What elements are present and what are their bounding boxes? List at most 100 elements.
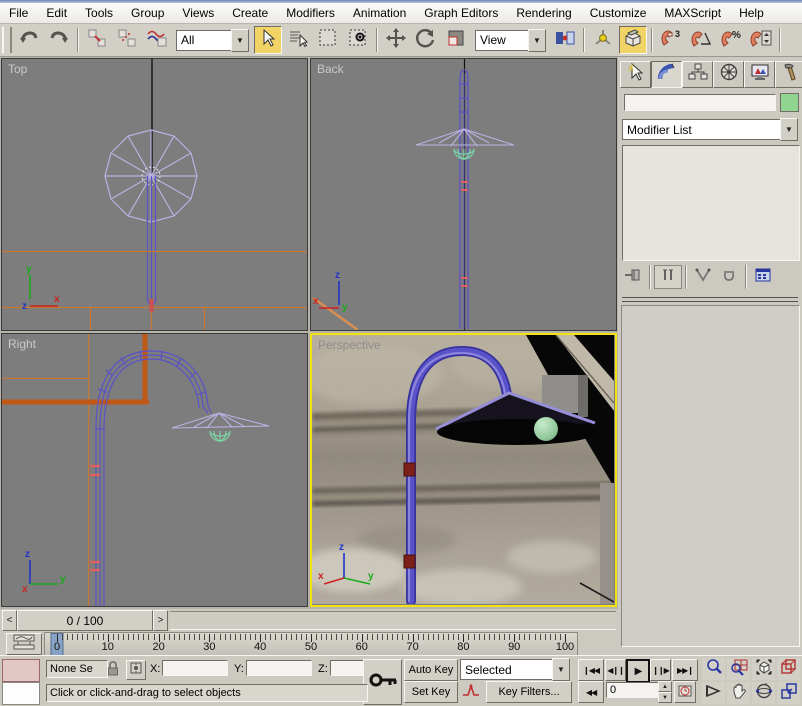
pan-button[interactable]: [727, 682, 750, 704]
select-and-manipulate-button[interactable]: [589, 26, 617, 54]
coordinate-system-arrow-icon[interactable]: ▼: [528, 29, 546, 52]
maxscript-mini-listener-pink[interactable]: [2, 659, 40, 682]
pin-stack-button[interactable]: [620, 266, 646, 288]
menu-views[interactable]: Views: [173, 4, 223, 22]
select-and-rotate-button[interactable]: [412, 26, 440, 54]
snap-3d-button[interactable]: 3: [657, 26, 685, 54]
window-crossing-button[interactable]: [344, 26, 372, 54]
select-and-scale-button[interactable]: [442, 26, 470, 54]
viewport-back-canvas[interactable]: z x y: [311, 59, 616, 330]
absolute-offset-toggle[interactable]: [126, 660, 146, 680]
zoom-all-button[interactable]: [727, 658, 750, 680]
selection-filter-dropdown[interactable]: All ▼: [176, 30, 249, 51]
viewport-perspective[interactable]: Perspective: [310, 333, 617, 607]
modifier-list-arrow-icon[interactable]: ▼: [780, 118, 798, 141]
default-in-out-tangent-button[interactable]: [460, 682, 482, 702]
rollout-area[interactable]: [621, 305, 800, 647]
viewport-right-label[interactable]: Right: [8, 337, 36, 351]
zoom-extents-all-button[interactable]: [777, 658, 800, 680]
time-slider-track[interactable]: [170, 611, 616, 630]
modifier-list-dropdown[interactable]: Modifier List ▼: [622, 119, 798, 140]
field-of-view-button[interactable]: [702, 682, 725, 704]
select-by-name-button[interactable]: [284, 26, 312, 54]
object-name-field[interactable]: [624, 94, 776, 111]
open-mini-curve-editor-button[interactable]: [6, 633, 42, 655]
viewport-right-canvas[interactable]: z x y: [2, 334, 307, 606]
previous-frame-button[interactable]: ◀❙❙: [605, 659, 626, 681]
menu-create[interactable]: Create: [223, 4, 277, 22]
auto-key-button[interactable]: Auto Key: [404, 659, 458, 681]
go-to-end-button[interactable]: ▶▶❙: [672, 659, 698, 681]
viewport-back-label[interactable]: Back: [317, 62, 344, 76]
viewport-top[interactable]: Top: [1, 58, 308, 331]
tab-modify[interactable]: [651, 61, 682, 88]
percent-snap-button[interactable]: %: [717, 26, 745, 54]
frame-spinner-up-icon[interactable]: ▲: [658, 681, 672, 692]
select-object-button[interactable]: [254, 26, 282, 54]
rectangular-selection-button[interactable]: [314, 26, 342, 54]
key-mode-toggle-button[interactable]: ◀◀: [578, 681, 604, 703]
object-color-swatch[interactable]: [780, 93, 799, 112]
maxscript-mini-listener-white[interactable]: [2, 682, 40, 705]
play-button[interactable]: ▶: [626, 659, 650, 683]
time-configuration-button[interactable]: [674, 681, 696, 703]
min-max-toggle-button[interactable]: [777, 682, 800, 704]
time-slider-handle[interactable]: 0 / 100: [17, 610, 153, 631]
snap-toggle-button[interactable]: [619, 26, 647, 54]
menu-animation[interactable]: Animation: [344, 4, 415, 22]
viewport-top-label[interactable]: Top: [8, 62, 27, 76]
select-and-link-button[interactable]: [83, 26, 111, 54]
select-and-move-button[interactable]: [382, 26, 410, 54]
menu-graph-editors[interactable]: Graph Editors: [415, 4, 507, 22]
key-mode-dropdown[interactable]: Selected ▼: [460, 659, 570, 680]
time-forward-button[interactable]: >: [153, 610, 168, 631]
tab-utilities[interactable]: [775, 61, 802, 88]
bind-to-space-warp-button[interactable]: [143, 26, 171, 54]
menu-tools[interactable]: Tools: [76, 4, 122, 22]
menu-file[interactable]: File: [0, 4, 37, 22]
key-mode-arrow-icon[interactable]: ▼: [552, 658, 570, 681]
angle-snap-button[interactable]: [687, 26, 715, 54]
remove-modifier-button[interactable]: [716, 266, 742, 288]
use-pivot-center-button[interactable]: [551, 26, 579, 54]
next-frame-button[interactable]: ❙❙▶: [650, 659, 671, 681]
coordinate-system-dropdown[interactable]: View ▼: [475, 30, 546, 51]
selection-lock-toggle[interactable]: [106, 660, 120, 682]
set-keys-button[interactable]: [363, 659, 402, 705]
tab-display[interactable]: [744, 61, 775, 88]
set-key-button[interactable]: Set Key: [404, 681, 458, 703]
menu-modifiers[interactable]: Modifiers: [277, 4, 344, 22]
frame-spinner-down-icon[interactable]: ▼: [658, 692, 672, 703]
selection-filter-arrow-icon[interactable]: ▼: [231, 29, 249, 52]
toolbar-drag-handle[interactable]: [2, 27, 12, 53]
frame-spinner[interactable]: ▲ ▼: [658, 681, 672, 703]
viewport-perspective-canvas[interactable]: z x y: [312, 335, 614, 604]
menu-group[interactable]: Group: [122, 4, 173, 22]
menu-help[interactable]: Help: [730, 4, 773, 22]
modifier-stack-list[interactable]: [622, 145, 800, 261]
zoom-button[interactable]: [702, 658, 725, 680]
viewport-right[interactable]: Right: [1, 333, 308, 607]
viewport-back[interactable]: Back: [310, 58, 617, 331]
viewport-perspective-label[interactable]: Perspective: [318, 338, 381, 352]
redo-button[interactable]: [45, 26, 73, 54]
tab-create[interactable]: [620, 61, 651, 88]
time-back-button[interactable]: <: [2, 610, 17, 631]
undo-button[interactable]: [15, 26, 43, 54]
zoom-extents-button[interactable]: [752, 658, 775, 680]
viewport-top-canvas[interactable]: y x z: [2, 59, 307, 330]
arc-rotate-button[interactable]: [752, 682, 775, 704]
menu-maxscript[interactable]: MAXScript: [655, 4, 730, 22]
menu-customize[interactable]: Customize: [581, 4, 656, 22]
show-end-result-button[interactable]: [654, 265, 682, 289]
selection-lock-field[interactable]: None Se: [46, 660, 108, 678]
tab-hierarchy[interactable]: [682, 61, 713, 88]
configure-modifier-sets-button[interactable]: [750, 266, 776, 288]
unlink-selection-button[interactable]: [113, 26, 141, 54]
track-ruler[interactable]: 0102030405060708090100: [44, 632, 578, 657]
current-frame-input[interactable]: [606, 682, 662, 698]
menu-rendering[interactable]: Rendering: [507, 4, 580, 22]
go-to-start-button[interactable]: ❙◀◀: [578, 659, 604, 681]
make-unique-button[interactable]: [690, 266, 716, 288]
spinner-snap-button[interactable]: [747, 26, 775, 54]
